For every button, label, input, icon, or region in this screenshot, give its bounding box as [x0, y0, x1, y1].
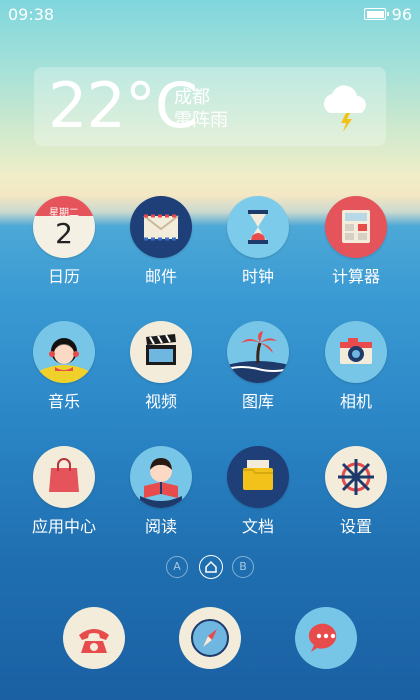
app-mail[interactable]: 邮件 — [111, 196, 211, 286]
status-bar: 09:38 96 — [0, 0, 420, 30]
app-store[interactable]: 应用中心 — [14, 446, 114, 536]
message-bubble-icon — [295, 607, 357, 669]
mail-icon — [130, 196, 192, 258]
weather-widget[interactable]: 22°C 成都 雷阵雨 — [34, 67, 386, 146]
hourglass-icon — [227, 196, 289, 258]
palm-island-icon — [227, 321, 289, 383]
shopping-bag-icon — [33, 446, 95, 508]
app-label: 邮件 — [144, 267, 177, 286]
app-label: 视频 — [144, 392, 177, 411]
status-time: 09:38 — [8, 5, 55, 24]
app-label: 相机 — [339, 392, 372, 411]
app-calendar[interactable]: 星期二 2 日历 — [14, 196, 114, 286]
app-label: 阅读 — [144, 517, 177, 536]
thunderstorm-cloud-icon — [316, 75, 376, 135]
home-icon — [205, 560, 217, 573]
app-video[interactable]: 视频 — [111, 321, 211, 411]
app-music[interactable]: 音乐 — [14, 321, 114, 411]
calculator-icon — [325, 196, 387, 258]
music-girl-icon — [33, 321, 95, 383]
camera-icon — [325, 321, 387, 383]
app-label: 图库 — [241, 392, 274, 411]
app-label: 设置 — [339, 517, 372, 536]
home-page-dot[interactable] — [199, 555, 223, 579]
battery-level: 96 — [391, 5, 412, 24]
ship-wheel-icon — [325, 446, 387, 508]
app-documents[interactable]: 文档 — [208, 446, 308, 536]
app-camera[interactable]: 相机 — [306, 321, 406, 411]
dock-phone[interactable] — [63, 607, 125, 669]
app-label: 时钟 — [241, 267, 274, 286]
folder-icon — [227, 446, 289, 508]
page-dot-a[interactable]: A — [166, 556, 188, 578]
reader-boy-icon — [130, 446, 192, 508]
battery-icon — [364, 8, 389, 20]
calendar-day: 2 — [55, 217, 73, 250]
app-gallery[interactable]: 图库 — [208, 321, 308, 411]
app-label: 日历 — [47, 267, 80, 286]
dock-browser[interactable] — [179, 607, 241, 669]
calendar-icon: 星期二 2 — [33, 196, 95, 258]
app-label: 计算器 — [331, 267, 380, 286]
app-label: 应用中心 — [31, 517, 96, 536]
page-dot-b[interactable]: B — [232, 556, 254, 578]
app-calculator[interactable]: 计算器 — [306, 196, 406, 286]
telephone-icon — [63, 607, 125, 669]
dock-messages[interactable] — [295, 607, 357, 669]
app-label: 文档 — [241, 517, 274, 536]
app-clock[interactable]: 时钟 — [208, 196, 308, 286]
clapperboard-icon — [130, 321, 192, 383]
app-settings[interactable]: 设置 — [306, 446, 406, 536]
weather-condition: 雷阵雨 — [174, 110, 228, 131]
page-indicator: A B — [0, 555, 420, 582]
app-label: 音乐 — [47, 392, 80, 411]
compass-icon — [179, 607, 241, 669]
app-reader[interactable]: 阅读 — [111, 446, 211, 536]
